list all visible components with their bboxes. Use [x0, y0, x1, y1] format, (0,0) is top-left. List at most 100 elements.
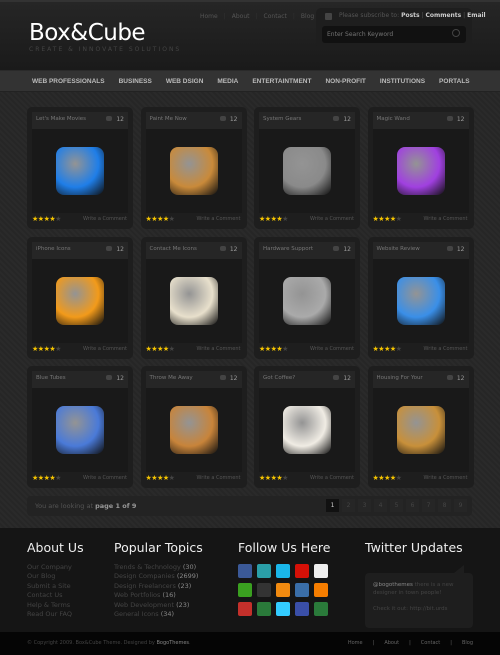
star-icon[interactable]: ★: [55, 474, 61, 482]
icon-card[interactable]: Contact Me Icons 12 ★★★★★ Write a Comment: [140, 236, 247, 359]
page-4[interactable]: 4: [374, 499, 387, 512]
write-comment-link[interactable]: Write a Comment: [197, 216, 241, 222]
card-image[interactable]: [259, 129, 355, 213]
topic-label[interactable]: General Icons: [114, 610, 159, 618]
card-title[interactable]: Magic Wand: [377, 116, 410, 122]
star-icon[interactable]: ★: [396, 474, 402, 482]
card-title[interactable]: Blue Tubes: [36, 375, 66, 381]
comment-count[interactable]: 12: [333, 116, 351, 123]
icon-card[interactable]: Website Review 12 ★★★★★ Write a Comment: [367, 236, 474, 359]
icon-card[interactable]: iPhone Icons 12 ★★★★★ Write a Comment: [27, 236, 133, 359]
topic-item[interactable]: General Icons (34): [114, 610, 198, 619]
topic-label[interactable]: Web Development: [114, 601, 174, 609]
facebook-icon[interactable]: [238, 564, 252, 578]
star-icon[interactable]: ★: [55, 215, 61, 223]
digg-icon[interactable]: [295, 583, 309, 597]
card-image[interactable]: [372, 258, 469, 343]
nav-item[interactable]: ENTERTAINTMENT: [252, 71, 311, 91]
bottom-link[interactable]: Contact: [421, 640, 440, 646]
comment-count[interactable]: 12: [219, 116, 238, 123]
star-icon[interactable]: ★: [55, 345, 61, 353]
icon-card[interactable]: Blue Tubes 12 ★★★★★ Write a Comment: [27, 366, 133, 488]
youtube-icon[interactable]: [238, 602, 252, 616]
star-rating[interactable]: ★★★★★: [32, 215, 61, 223]
topic-item[interactable]: Web Development (23): [114, 601, 198, 610]
star-rating[interactable]: ★★★★★: [146, 215, 175, 223]
bottom-link[interactable]: Home: [348, 640, 363, 646]
card-title[interactable]: Paint Me Now: [150, 116, 187, 122]
twitter-icon[interactable]: [276, 602, 290, 616]
card-title[interactable]: Let's Make Movies: [36, 116, 86, 122]
star-rating[interactable]: ★★★★★: [259, 215, 288, 223]
page-2[interactable]: 2: [342, 499, 355, 512]
write-comment-link[interactable]: Write a Comment: [197, 475, 241, 481]
icon-card[interactable]: Got Coffee? 12 ★★★★★ Write a Comment: [254, 366, 360, 488]
card-title[interactable]: Housing For Your: [377, 375, 423, 381]
comment-count[interactable]: 12: [106, 375, 124, 382]
card-image[interactable]: [32, 388, 128, 472]
footer-link[interactable]: Help & Terms: [27, 601, 72, 610]
star-rating[interactable]: ★★★★★: [32, 345, 61, 353]
card-title[interactable]: Throw Me Away: [150, 375, 193, 381]
write-comment-link[interactable]: Write a Comment: [310, 346, 354, 352]
card-title[interactable]: Got Coffee?: [263, 375, 295, 381]
comment-count[interactable]: 12: [106, 116, 124, 123]
nav-item[interactable]: BUSINESS: [119, 71, 152, 91]
topic-label[interactable]: Design Companies: [114, 572, 175, 580]
tweet-link[interactable]: Check it out: http://bit.urds: [373, 606, 448, 612]
bottom-link[interactable]: Blog: [462, 640, 473, 646]
blogger-icon[interactable]: [314, 583, 328, 597]
comment-count[interactable]: 12: [106, 245, 124, 253]
vimeo-icon[interactable]: [276, 564, 290, 578]
icon-card[interactable]: System Gears 12 ★★★★★ Write a Comment: [254, 107, 360, 229]
card-image[interactable]: [372, 388, 469, 472]
star-icon[interactable]: ★: [169, 215, 175, 223]
topic-item[interactable]: Design Companies (2699): [114, 572, 198, 581]
footer-link[interactable]: Our Blog: [27, 572, 72, 581]
icon-card[interactable]: Housing For Your 12 ★★★★★ Write a Comment: [367, 366, 474, 488]
star-rating[interactable]: ★★★★★: [373, 474, 402, 482]
page-9[interactable]: 9: [454, 499, 467, 512]
footer-link[interactable]: Our Company: [27, 563, 72, 572]
page-1[interactable]: 1: [326, 499, 339, 512]
comment-count[interactable]: 12: [333, 375, 351, 382]
page-7[interactable]: 7: [422, 499, 435, 512]
comment-count[interactable]: 12: [446, 116, 465, 123]
write-comment-link[interactable]: Write a Comment: [424, 216, 468, 222]
star-icon[interactable]: ★: [396, 345, 402, 353]
top-link-blog[interactable]: Blog: [301, 13, 314, 20]
subscribe-comments[interactable]: Comments: [425, 12, 461, 19]
chat-icon[interactable]: [238, 583, 252, 597]
nav-item[interactable]: PORTALS: [439, 71, 470, 91]
comment-count[interactable]: 12: [446, 375, 465, 382]
topic-item[interactable]: Trends & Technology (30): [114, 563, 198, 572]
comment-count[interactable]: 12: [333, 245, 351, 253]
write-comment-link[interactable]: Write a Comment: [83, 475, 127, 481]
topic-label[interactable]: Design Freelancers: [114, 582, 176, 590]
star-icon[interactable]: ★: [396, 215, 402, 223]
search-input[interactable]: [322, 26, 466, 43]
card-image[interactable]: [372, 129, 469, 213]
star-rating[interactable]: ★★★★★: [32, 474, 61, 482]
footer-link[interactable]: Submit a Site: [27, 582, 72, 591]
icon-card[interactable]: Magic Wand 12 ★★★★★ Write a Comment: [367, 107, 474, 229]
rss-feed-icon[interactable]: [276, 583, 290, 597]
card-title[interactable]: System Gears: [263, 116, 301, 122]
icon-card[interactable]: Hardware Support 12 ★★★★★ Write a Comment: [254, 236, 360, 359]
card-title[interactable]: iPhone Icons: [36, 246, 71, 252]
star-rating[interactable]: ★★★★★: [373, 215, 402, 223]
write-comment-link[interactable]: Write a Comment: [310, 475, 354, 481]
star-icon[interactable]: ★: [282, 345, 288, 353]
page-6[interactable]: 6: [406, 499, 419, 512]
tweet-handle[interactable]: @bogothemes: [373, 582, 413, 588]
star-rating[interactable]: ★★★★★: [259, 474, 288, 482]
card-title[interactable]: Hardware Support: [263, 246, 313, 252]
page-5[interactable]: 5: [390, 499, 403, 512]
share-icon[interactable]: [314, 602, 328, 616]
icon-card[interactable]: Paint Me Now 12 ★★★★★ Write a Comment: [140, 107, 247, 229]
write-comment-link[interactable]: Write a Comment: [424, 475, 468, 481]
star-rating[interactable]: ★★★★★: [373, 345, 402, 353]
designer-link[interactable]: BogoThemes: [156, 640, 189, 646]
subscribe-email[interactable]: Email: [467, 12, 486, 19]
write-comment-link[interactable]: Write a Comment: [197, 346, 241, 352]
